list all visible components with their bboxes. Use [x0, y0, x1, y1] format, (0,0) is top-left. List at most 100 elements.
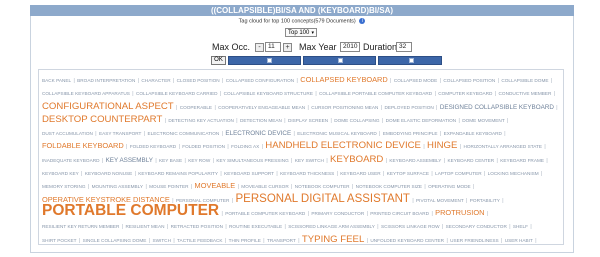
tag-link[interactable]: mounting assembly [92, 184, 143, 189]
tag-link[interactable]: keytop surface [387, 171, 429, 176]
tag-link[interactable]: expandable keyboard [444, 131, 502, 136]
tag-link[interactable]: notebook computer size [356, 184, 422, 189]
ok-button[interactable]: OK [211, 56, 226, 65]
tag-link[interactable]: scissors linkage row [381, 224, 440, 229]
slider-handle[interactable] [267, 58, 272, 63]
max-year-slider[interactable] [303, 56, 376, 65]
tag-link[interactable]: closed position [177, 78, 220, 83]
tag-link[interactable]: resilient mean [126, 224, 165, 229]
tag-link[interactable]: key simultaneous pressing [216, 158, 288, 163]
top-n-select[interactable]: Top 100 ▾ [285, 28, 317, 37]
tag-link[interactable]: designed collapsible keyboard [440, 104, 554, 111]
tag-link[interactable]: keyboard assembly [389, 158, 441, 163]
tag-link[interactable]: moveable [195, 181, 236, 190]
tag-link[interactable]: keyboard frame [500, 158, 544, 163]
tag-link[interactable]: switch [152, 238, 171, 243]
tag-link[interactable]: unfolded keyboard center [370, 238, 444, 243]
tag-link[interactable]: collapsed keyboard [300, 75, 388, 84]
duration-field[interactable]: 32 [396, 42, 412, 52]
max-occ-increment-button[interactable]: + [283, 43, 292, 52]
tag-link[interactable]: thin profile [229, 238, 261, 243]
tag-link[interactable]: user habit [505, 238, 533, 243]
tag-link[interactable]: electronic musical keyboard [297, 131, 377, 136]
tag-link[interactable]: protrusion [435, 208, 484, 217]
tag-link[interactable]: key row [188, 158, 210, 163]
tag-link[interactable]: routine executable [229, 224, 282, 229]
tag-link[interactable]: foldable keyboard [42, 141, 124, 150]
tag-link[interactable]: computer keyboard [438, 91, 492, 96]
tag-link[interactable]: user friendliness [450, 238, 498, 243]
slider-handle[interactable] [338, 58, 343, 63]
tag-link[interactable]: keyboard user [340, 171, 380, 176]
tag-link[interactable]: dust accumulation [42, 131, 93, 136]
tag-link[interactable]: detection mean [240, 118, 282, 123]
max-occ-decrement-button[interactable]: - [255, 43, 264, 52]
tag-link[interactable]: printed circuit board [370, 211, 429, 216]
tag-link[interactable]: keyboard thickness [280, 171, 334, 176]
tag-link[interactable]: key switch [295, 158, 324, 163]
max-occ-slider[interactable] [228, 56, 301, 65]
tag-link[interactable]: character [141, 78, 170, 83]
tag-link[interactable]: pivotal movement [416, 198, 464, 203]
info-icon[interactable]: i [359, 18, 366, 24]
tag-link[interactable]: collapsible keyboard apparatus [42, 91, 130, 96]
tag-link[interactable]: mouse pointer [149, 184, 188, 189]
tag-link[interactable]: tactile feedback [177, 238, 223, 243]
tag-link[interactable]: memory storing [42, 184, 86, 189]
duration-slider[interactable] [378, 56, 442, 65]
tag-link[interactable]: horizontally arranged state [464, 144, 543, 149]
tag-link[interactable]: key base [159, 158, 182, 163]
tag-link[interactable]: scissored linkage arm assembly [288, 224, 375, 229]
max-year-field[interactable]: 2010 [340, 42, 360, 52]
max-occ-field[interactable]: 11 [265, 42, 281, 52]
tag-link[interactable]: inadequate keyboard [42, 158, 99, 163]
tag-link[interactable]: key assembly [106, 157, 153, 164]
tag-link[interactable]: electronic communication [148, 131, 220, 136]
tag-link[interactable]: folded keyboard [130, 144, 176, 149]
tag-link[interactable]: desktop counterpart [42, 114, 162, 125]
tag-link[interactable]: laptop computer [435, 171, 481, 176]
tag-link[interactable]: folded position [182, 144, 225, 149]
tag-link[interactable]: portable computer [42, 202, 219, 219]
tag-link[interactable]: collapsible portable computer keyboard [319, 91, 432, 96]
tag-link[interactable]: broad interpretation [77, 78, 135, 83]
tag-link[interactable]: primary conductor [311, 211, 364, 216]
tag-link[interactable]: handheld electronic device [265, 140, 421, 151]
tag-link[interactable]: portability [470, 198, 500, 203]
tag-link[interactable]: dome movement [462, 118, 504, 123]
tag-link[interactable]: keyboard support [224, 171, 274, 176]
tag-link[interactable]: secondary conductor [446, 224, 507, 229]
tag-link[interactable]: folding ax [231, 144, 259, 149]
tag-link[interactable]: portable computer keyboard [225, 211, 305, 216]
tag-link[interactable]: collapsible keyboard carried [136, 91, 218, 96]
tag-link[interactable]: collapsed position [443, 78, 495, 83]
tag-link[interactable]: embodying principle [383, 131, 438, 136]
tag-link[interactable]: collapsed configuration [226, 78, 294, 83]
tag-link[interactable]: notebook computer [295, 184, 350, 189]
tag-link[interactable]: dome collapsing [334, 118, 379, 123]
tag-link[interactable]: hinge [427, 140, 457, 151]
tag-link[interactable]: shirt pocket [42, 238, 76, 243]
tag-link[interactable]: easy transport [99, 131, 141, 136]
tag-link[interactable]: locking mechanism [488, 171, 539, 176]
tag-link[interactable]: keyboard key [42, 171, 79, 176]
tag-link[interactable]: cooperatively engageable mean [218, 105, 305, 110]
tag-link[interactable]: conductive member [499, 91, 552, 96]
tag-link[interactable]: keyboard center [448, 158, 495, 163]
slider-handle[interactable] [409, 58, 414, 63]
tag-link[interactable]: operating mode [428, 184, 471, 189]
tag-link[interactable]: collapsible dome [501, 78, 548, 83]
tag-link[interactable]: keyboard [330, 154, 383, 165]
tag-link[interactable]: cooperable [180, 105, 212, 110]
tag-link[interactable]: personal digital assistant [236, 193, 410, 205]
tag-link[interactable]: display screen [288, 118, 328, 123]
tag-link[interactable]: retracted position [171, 224, 223, 229]
tag-link[interactable]: moveable cursor [241, 184, 288, 189]
tag-link[interactable]: back panel [42, 78, 71, 83]
tag-link[interactable]: collapsible keyboard structure [224, 91, 313, 96]
tag-link[interactable]: collapsed mode [394, 78, 438, 83]
tag-link[interactable]: transport [267, 238, 296, 243]
tag-link[interactable]: keyboard remains popularity [138, 171, 218, 176]
tag-link[interactable]: electronic device [225, 130, 291, 137]
tag-link[interactable]: dome elastic deformation [386, 118, 457, 123]
